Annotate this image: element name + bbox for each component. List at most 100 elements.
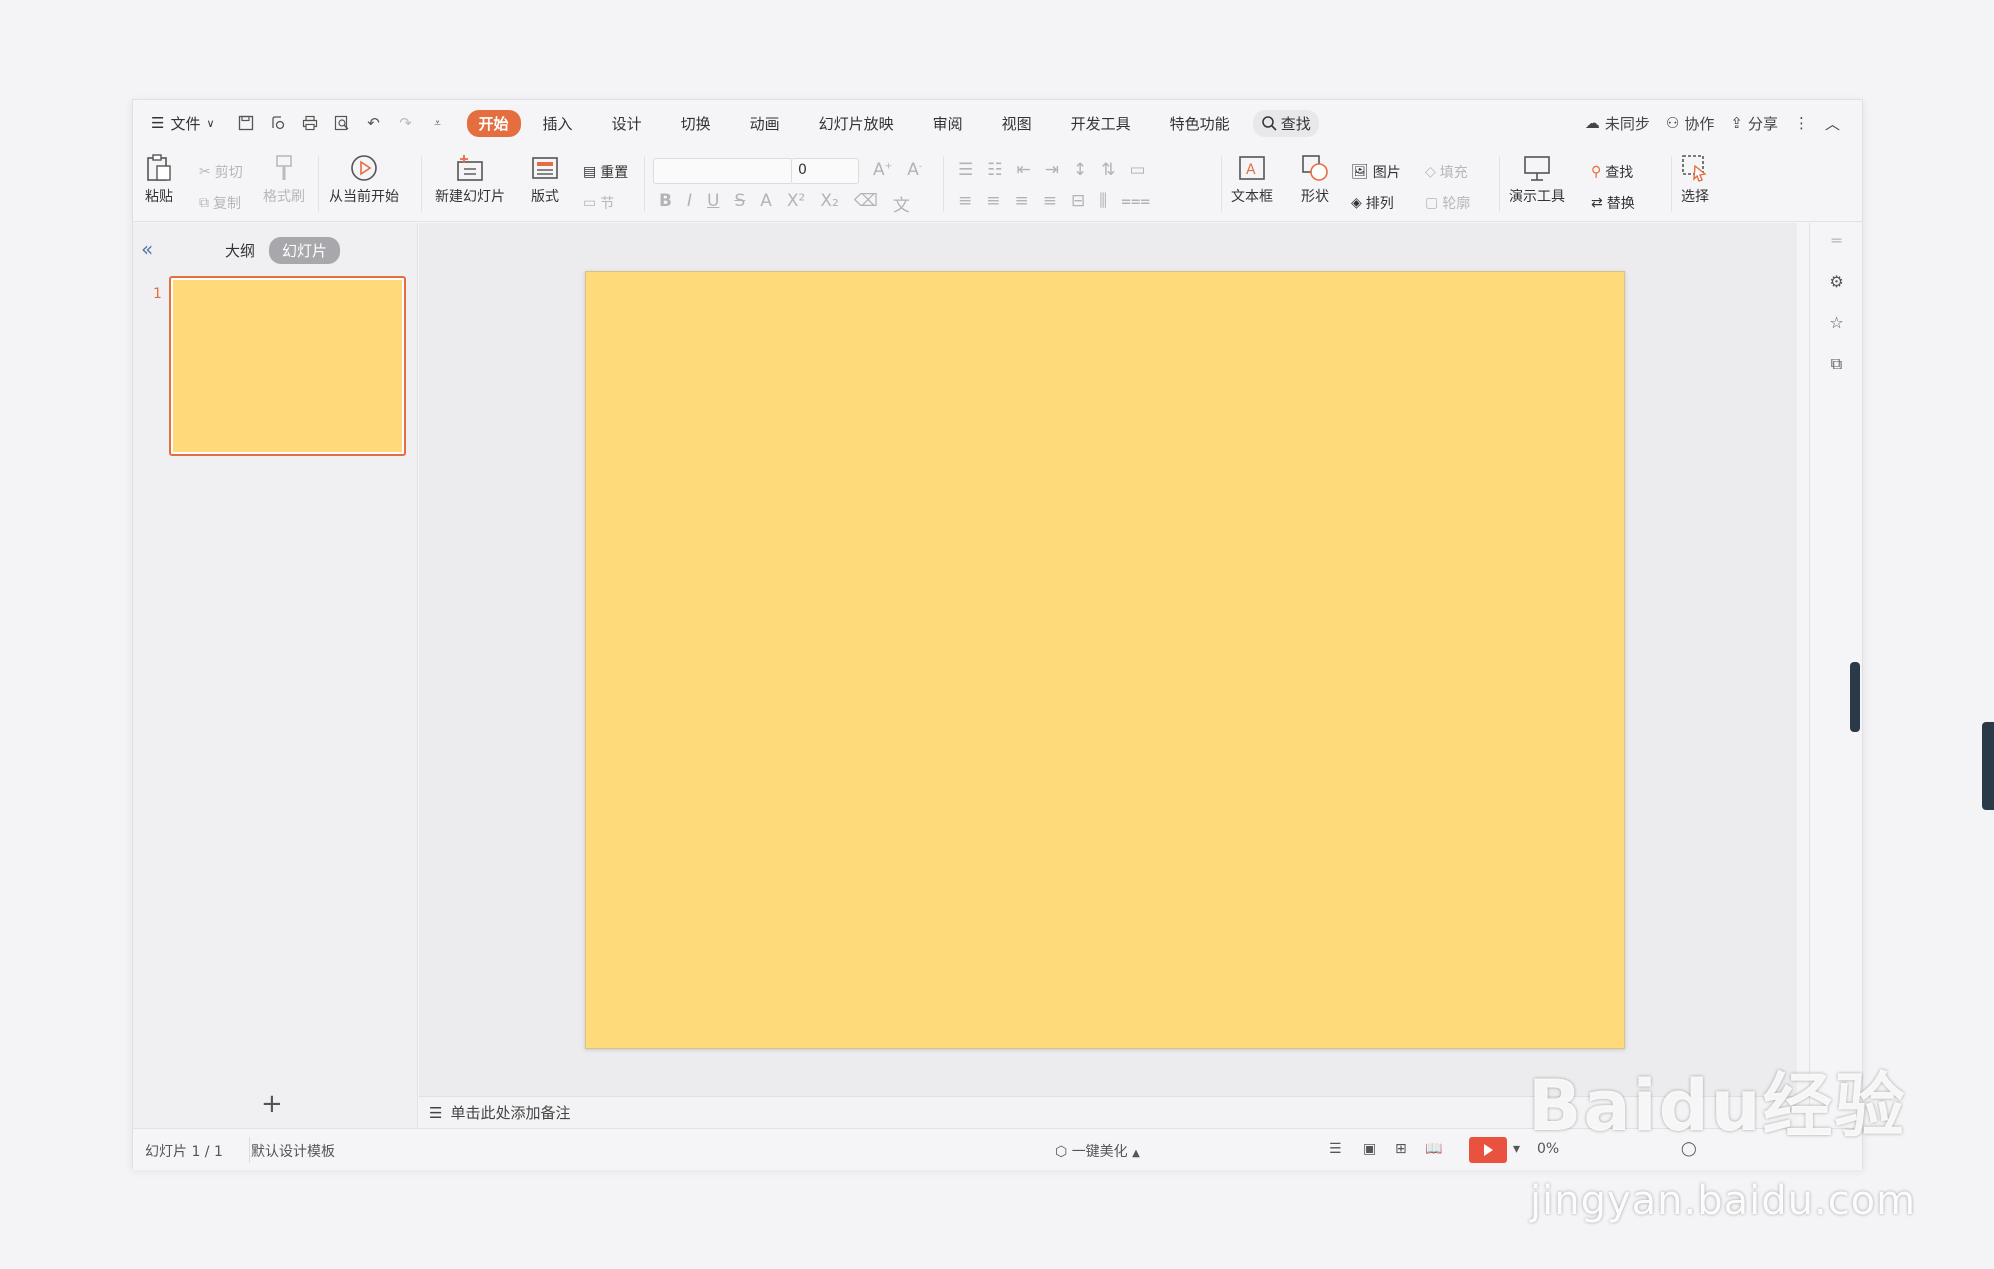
save-icon[interactable]: [237, 114, 255, 132]
redo-icon[interactable]: ↷: [397, 114, 415, 132]
reset-button[interactable]: ▤ 重置: [583, 162, 628, 182]
font-color-icon[interactable]: A: [760, 191, 772, 216]
increase-font-icon[interactable]: A+: [873, 160, 892, 180]
slide-switch-icon[interactable]: ⧉: [1831, 354, 1842, 374]
search-button[interactable]: 查找: [1252, 109, 1319, 137]
ribbon-separator: [644, 156, 645, 212]
select-button[interactable]: 选择: [1681, 154, 1709, 206]
customize-toolbar-icon[interactable]: ⩡: [429, 114, 447, 132]
numbered-list-icon[interactable]: ☷: [987, 160, 1002, 180]
tab-design[interactable]: 设计: [612, 110, 642, 137]
tab-insert[interactable]: 插入: [543, 110, 573, 137]
notes-toggle-icon[interactable]: ☰: [1329, 1141, 1342, 1157]
share-button[interactable]: ⇪ 分享: [1730, 113, 1778, 134]
share-icon: ⇪: [1730, 114, 1743, 132]
layers-icon: ◈: [1351, 195, 1362, 211]
text-direction-icon[interactable]: ⇅: [1101, 160, 1115, 180]
superscript-icon[interactable]: X²: [787, 191, 805, 216]
underline-icon[interactable]: U: [707, 191, 719, 216]
shape-button[interactable]: 形状: [1301, 154, 1329, 206]
italic-icon[interactable]: I: [687, 191, 692, 216]
template-name[interactable]: 默认设计模板: [251, 1141, 335, 1161]
side-handle[interactable]: [1850, 662, 1860, 732]
tab-developer[interactable]: 开发工具: [1071, 110, 1131, 137]
tab-animations[interactable]: 动画: [750, 110, 780, 137]
tab-view[interactable]: 视图: [1002, 110, 1032, 137]
textbox-button[interactable]: A 文本框: [1231, 154, 1273, 206]
align-text-icon[interactable]: ▭: [1130, 160, 1146, 180]
fill-button[interactable]: ◇ 填充: [1425, 162, 1468, 182]
slide-canvas[interactable]: [585, 271, 1625, 1049]
new-slide-label: 新建幻灯片: [435, 189, 505, 205]
bullet-list-icon[interactable]: ☰: [958, 160, 973, 180]
line-spacing-icon[interactable]: ↕: [1073, 160, 1087, 180]
tab-slides[interactable]: 幻灯片: [269, 237, 341, 264]
align-center-icon[interactable]: ≡: [986, 191, 1000, 211]
picture-button[interactable]: 🖼 图片: [1351, 162, 1401, 182]
print-preview-icon[interactable]: [333, 114, 351, 132]
tab-outline[interactable]: 大纲: [225, 240, 255, 261]
tab-home[interactable]: 开始: [466, 109, 521, 137]
layout-button[interactable]: 版式: [531, 154, 559, 206]
find-button[interactable]: ⚲ 查找: [1591, 162, 1633, 182]
outline-button[interactable]: ▢ 轮廓: [1425, 193, 1470, 213]
slide-thumbnail[interactable]: [169, 276, 406, 456]
sync-button[interactable]: ☁ 未同步: [1585, 113, 1650, 134]
increase-indent-icon[interactable]: ⇥: [1045, 160, 1059, 180]
pin-icon[interactable]: ☆: [1829, 313, 1843, 332]
side-handle[interactable]: [1982, 722, 1994, 810]
notes-placeholder: 单击此处添加备注: [450, 1104, 571, 1122]
tab-slideshow[interactable]: 幻灯片放映: [819, 110, 894, 137]
bold-icon[interactable]: B: [659, 191, 672, 216]
justify-icon[interactable]: ≡: [1043, 191, 1057, 211]
align-right-icon[interactable]: ≡: [1015, 191, 1029, 211]
paste-button[interactable]: 粘贴: [145, 154, 173, 206]
columns-icon[interactable]: ⫼: [1099, 191, 1107, 211]
font-family-select[interactable]: [653, 158, 793, 184]
replace-button[interactable]: ⇄ 替换: [1591, 193, 1635, 213]
format-painter-button[interactable]: 格式刷: [263, 154, 305, 206]
subscript-icon[interactable]: X₂: [820, 191, 838, 216]
slide-sorter-icon[interactable]: ⊞: [1395, 1141, 1407, 1157]
paragraph-buttons-row2: ≡ ≡ ≡ ≡ ⊟ ⫼ ⩶: [958, 191, 1150, 211]
paragraph-spacing-icon[interactable]: ⩶: [1121, 191, 1150, 211]
section-button[interactable]: ▭ 节: [583, 193, 614, 213]
decrease-font-icon[interactable]: A-: [907, 160, 922, 180]
normal-view-icon[interactable]: ▣: [1363, 1141, 1376, 1157]
collapse-panel-icon[interactable]: «: [141, 237, 153, 261]
collapse-ribbon-icon[interactable]: ︿: [1825, 113, 1840, 134]
strikethrough-icon[interactable]: S: [734, 191, 745, 216]
undo-icon[interactable]: ↶: [365, 114, 383, 132]
new-slide-button[interactable]: 新建幻灯片: [435, 154, 505, 206]
play-from-current-button[interactable]: 从当前开始: [329, 154, 399, 206]
presentation-tools-button[interactable]: 演示工具: [1509, 154, 1565, 206]
add-slide-icon[interactable]: +: [261, 1089, 283, 1119]
tab-special[interactable]: 特色功能: [1170, 110, 1230, 137]
properties-icon[interactable]: ⚙: [1829, 272, 1843, 291]
play-slideshow-button[interactable]: [1469, 1137, 1507, 1163]
decrease-indent-icon[interactable]: ⇤: [1017, 160, 1031, 180]
collab-button[interactable]: ⚇ 协作: [1666, 113, 1714, 134]
distribute-icon[interactable]: ⊟: [1071, 191, 1085, 211]
watermark-url: jingyan.baidu.com: [1530, 1178, 1917, 1224]
share-label: 分享: [1747, 114, 1778, 133]
phonetic-icon[interactable]: 文: [893, 191, 910, 216]
tab-transitions[interactable]: 切换: [681, 110, 711, 137]
copy-button[interactable]: ⧉ 复制: [199, 193, 241, 213]
output-icon[interactable]: [269, 114, 287, 132]
tab-review[interactable]: 审阅: [933, 110, 963, 137]
slide-count: 幻灯片 1 / 1: [145, 1144, 223, 1160]
picture-icon: 🖼: [1351, 164, 1369, 180]
arrange-button[interactable]: ◈ 排列: [1351, 193, 1394, 213]
cut-button[interactable]: ✂ 剪切: [199, 162, 243, 182]
file-menu[interactable]: ☰ 文件 ∨: [151, 113, 215, 134]
print-icon[interactable]: [301, 114, 319, 132]
reading-view-icon[interactable]: 📖: [1425, 1141, 1442, 1157]
align-left-icon[interactable]: ≡: [958, 191, 972, 211]
font-size-select[interactable]: 0: [791, 158, 859, 184]
beautify-button[interactable]: ⬡ 一键美化 ▲: [1055, 1141, 1140, 1161]
vertical-scrollbar[interactable]: [1505, 223, 1519, 1096]
more-icon[interactable]: ⋮: [1794, 114, 1809, 132]
clear-format-icon[interactable]: ⌫: [854, 191, 878, 216]
chevron-down-icon[interactable]: ▾: [1513, 1141, 1520, 1157]
